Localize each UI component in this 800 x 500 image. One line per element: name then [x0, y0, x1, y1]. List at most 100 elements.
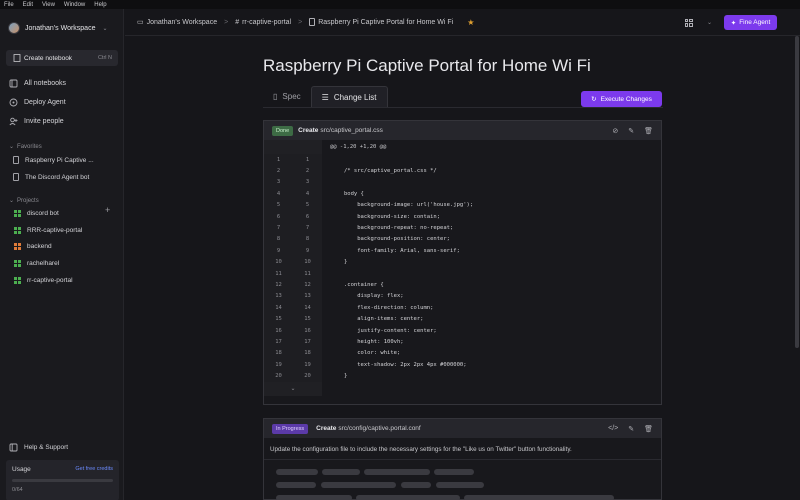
- star-icon[interactable]: ★: [467, 18, 474, 27]
- menu-window[interactable]: Window: [64, 2, 85, 8]
- project-item[interactable]: backend: [14, 243, 52, 250]
- new-line-number: 17: [293, 336, 322, 348]
- old-line-number: 7: [264, 222, 293, 234]
- change-action: Create: [298, 127, 319, 134]
- new-line-number: 5: [293, 199, 322, 211]
- breadcrumb-project[interactable]: rr-captive-portal: [242, 19, 291, 26]
- usage-panel: Usage Get free credits 0/64: [6, 460, 119, 500]
- chevron-down-icon: ⌄: [9, 198, 15, 204]
- workspace-crumb-icon: ▭: [137, 19, 144, 26]
- nav-invite-people[interactable]: Invite people: [9, 117, 64, 126]
- breadcrumb-separator: >: [298, 18, 303, 26]
- expand-diff[interactable]: ⌄: [264, 381, 661, 396]
- code-line: 12 12 .container {: [264, 279, 661, 291]
- breadcrumb-workspace[interactable]: Jonathan's Workspace: [147, 19, 217, 26]
- edit-icon[interactable]: ✎: [628, 425, 634, 433]
- nav-deploy-agent[interactable]: Deploy Agent: [9, 98, 66, 107]
- chevron-down-icon[interactable]: ⌄: [707, 19, 712, 26]
- old-line-number: 18: [264, 347, 293, 360]
- add-project-icon[interactable]: +: [105, 205, 110, 215]
- grid-view-icon[interactable]: [684, 18, 693, 27]
- favorite-item[interactable]: The Discord Agent bot: [13, 173, 89, 181]
- main-scrollbar[interactable]: [795, 36, 799, 348]
- create-notebook-button[interactable]: Create notebook Ctrl N: [6, 50, 118, 66]
- breadcrumb-separator: >: [224, 18, 229, 26]
- tab-change-list[interactable]: ☰ Change List: [310, 86, 388, 107]
- code-line: 15 15 align-items: center;: [264, 313, 661, 325]
- old-line-number: 6: [264, 210, 293, 223]
- breadcrumb-notebook[interactable]: Raspberry Pi Captive Portal for Home Wi …: [318, 19, 453, 26]
- code-text: }: [344, 259, 348, 266]
- new-line-number: 13: [293, 290, 322, 303]
- tab-spec[interactable]: ▯ Spec: [263, 86, 311, 107]
- code-text: justify-content: center;: [344, 327, 437, 334]
- code-line: 33: [264, 176, 661, 189]
- execute-label: Execute Changes: [600, 95, 652, 103]
- document-icon: [13, 173, 19, 181]
- nav-all-notebooks[interactable]: All notebooks: [9, 79, 66, 88]
- menu-edit[interactable]: Edit: [23, 2, 33, 8]
- deploy-icon: [9, 98, 18, 107]
- code-text: body {: [344, 190, 364, 197]
- project-item[interactable]: rr-captive-portal: [14, 277, 73, 284]
- loading-skeleton: [436, 482, 484, 488]
- favorites-header[interactable]: ⌄ Favorites: [9, 143, 42, 151]
- change-card-header: In Progress Create src/config/captive.po…: [264, 419, 661, 438]
- loading-skeleton: [356, 495, 460, 500]
- new-line-number: 9: [293, 245, 322, 257]
- workspace-name: Jonathan's Workspace: [25, 24, 96, 32]
- old-line-number: 13: [264, 290, 293, 303]
- menu-view[interactable]: View: [42, 2, 55, 8]
- list-icon: ☰: [321, 92, 329, 102]
- project-grid-icon: [14, 210, 21, 217]
- project-item[interactable]: discord bot: [14, 210, 59, 217]
- favorite-label: Raspberry Pi Captive ...: [25, 156, 94, 164]
- old-line-number: 4: [264, 188, 293, 200]
- help-book-icon: [9, 443, 18, 452]
- hide-icon[interactable]: ⊘: [612, 127, 618, 135]
- help-support-link[interactable]: Help & Support: [9, 443, 68, 452]
- document-icon: [309, 18, 316, 26]
- fine-agent-label: Fine Agent: [739, 19, 771, 26]
- old-line-number: 14: [264, 302, 293, 314]
- old-line-number: 1: [264, 154, 293, 166]
- menu-help[interactable]: Help: [94, 2, 106, 8]
- code-text: /* src/captive_portal.css */: [344, 168, 437, 175]
- loading-skeleton: [321, 482, 396, 488]
- topbar: ▭ Jonathan's Workspace > # rr-captive-po…: [125, 9, 800, 36]
- chevron-down-icon: ⌄: [102, 25, 108, 32]
- execute-changes-button[interactable]: ↻ Execute Changes: [581, 91, 662, 107]
- fine-agent-button[interactable]: ✦ Fine Agent: [724, 15, 777, 30]
- new-line-number: 20: [293, 370, 322, 382]
- menu-file[interactable]: File: [4, 2, 14, 8]
- loading-skeleton: [276, 482, 316, 488]
- projects-header[interactable]: ⌄ Projects: [9, 197, 39, 205]
- diff-hunk-header: @@ -1,20 +1,20 @@: [264, 140, 661, 154]
- sidebar: Jonathan's Workspace ⌄ Create notebook C…: [0, 9, 124, 500]
- code-line: 99 font-family: Arial, sans-serif;: [264, 245, 661, 257]
- code-text: background-position: center;: [344, 236, 450, 243]
- code-line: 18 18 color: white;: [264, 347, 661, 360]
- code-line: 4 4 body {: [264, 188, 661, 200]
- old-line-number: 2: [264, 165, 293, 177]
- get-free-credits-link[interactable]: Get free credits: [75, 466, 113, 473]
- projects-label: Projects: [17, 197, 39, 204]
- code-line: 17 17 height: 100vh;: [264, 336, 661, 348]
- project-item[interactable]: rachelharel: [14, 260, 59, 267]
- trash-icon[interactable]: 🗑: [644, 127, 653, 135]
- workspace-switcher[interactable]: Jonathan's Workspace ⌄: [8, 22, 108, 34]
- user-plus-icon: [9, 117, 18, 126]
- book-icon: [9, 79, 18, 88]
- code-text: background-repeat: no-repeat;: [344, 225, 454, 232]
- file-path: src/config/captive.portal.conf: [338, 425, 421, 432]
- code-icon[interactable]: </>: [608, 425, 618, 433]
- favorites-label: Favorites: [17, 143, 42, 150]
- chevron-down-icon[interactable]: ⌄: [264, 381, 322, 396]
- trash-icon[interactable]: 🗑: [644, 425, 653, 433]
- old-line-number: 17: [264, 336, 293, 348]
- old-line-number: 9: [264, 245, 293, 257]
- old-line-number: 11: [264, 267, 293, 280]
- edit-icon[interactable]: ✎: [628, 127, 634, 135]
- project-item[interactable]: RRR-captive-portal: [14, 227, 82, 234]
- favorite-item[interactable]: Raspberry Pi Captive ...: [13, 156, 94, 164]
